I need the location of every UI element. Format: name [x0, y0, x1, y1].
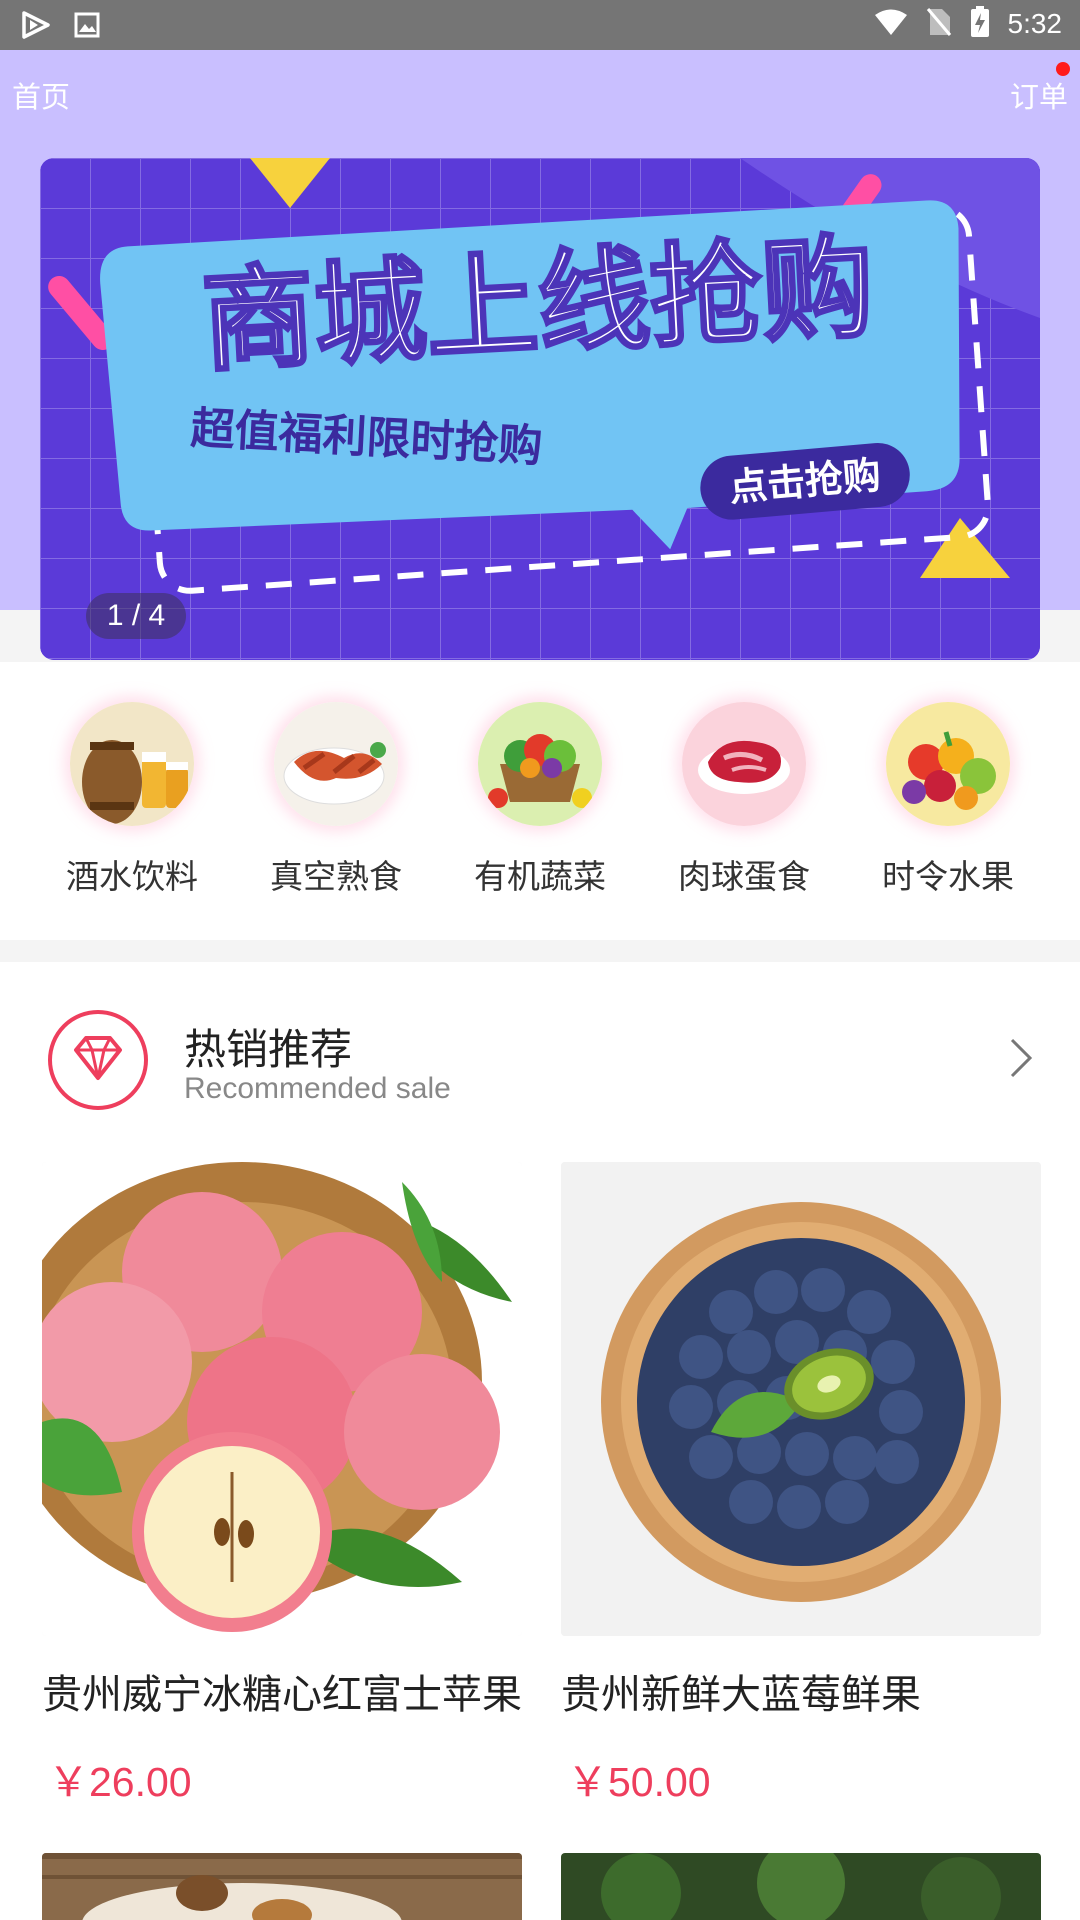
category-bar: 酒水饮料 真空熟食 有机蔬菜 肉球蛋食 时令水果 — [0, 662, 1080, 940]
category-label: 酒水饮料 — [66, 857, 198, 896]
product-card[interactable]: 贵州威宁冰糖心红富士苹果 ￥26.00 — [42, 1162, 522, 1808]
order-notification-dot — [1056, 62, 1070, 76]
category-drinks[interactable]: 酒水饮料 — [42, 702, 222, 898]
banner-page-indicator: 1 / 4 — [86, 593, 186, 639]
product-price: ￥26.00 — [48, 1759, 192, 1805]
section-subtitle: Recommended sale — [184, 1072, 451, 1105]
image-icon — [74, 12, 100, 42]
drinks-image — [70, 702, 194, 826]
chevron-right-icon[interactable] — [1006, 1036, 1036, 1080]
banner-artwork: 商城上线抢购 超值福利限时抢购 点击抢购 — [40, 158, 1040, 660]
category-fruits[interactable]: 时令水果 — [858, 702, 1038, 898]
product-name: 贵州新鲜大蓝莓鲜果 — [561, 1672, 921, 1718]
category-vegetables[interactable]: 有机蔬菜 — [450, 702, 630, 898]
product-image-greens — [561, 1853, 1041, 1920]
product-image-mushrooms — [42, 1853, 522, 1920]
product-card-partial[interactable] — [561, 1853, 1041, 1920]
product-image-blueberries — [561, 1162, 1041, 1636]
cooked-food-image — [274, 702, 398, 826]
category-meat[interactable]: 肉球蛋食 — [654, 702, 834, 898]
section-divider — [0, 940, 1080, 962]
meat-image — [682, 702, 806, 826]
product-card[interactable]: 贵州新鲜大蓝莓鲜果 ￥50.00 — [561, 1162, 1041, 1808]
promo-banner[interactable]: 商城上线抢购 超值福利限时抢购 点击抢购 — [40, 158, 1040, 660]
category-label: 真空熟食 — [270, 857, 402, 896]
diamond-icon — [46, 1008, 150, 1112]
no-sim-icon — [926, 7, 952, 41]
status-bar: 5:32 — [0, 0, 1080, 50]
category-label: 有机蔬菜 — [474, 857, 606, 896]
category-label: 肉球蛋食 — [678, 857, 810, 896]
product-price: ￥50.00 — [567, 1759, 711, 1805]
product-card-partial[interactable] — [42, 1853, 522, 1920]
wifi-icon — [874, 8, 908, 40]
nav-home-link[interactable]: 首页 — [12, 74, 70, 116]
battery-charging-icon — [970, 6, 990, 42]
product-image-apples — [42, 1162, 522, 1636]
nav-order-link[interactable]: 订单 — [1010, 74, 1068, 116]
category-cooked-food[interactable]: 真空熟食 — [246, 702, 426, 898]
clock: 5:32 — [1007, 8, 1063, 39]
vegetables-image — [478, 702, 602, 826]
category-label: 时令水果 — [882, 857, 1014, 896]
fruits-image — [886, 702, 1010, 826]
product-name: 贵州威宁冰糖心红富士苹果 — [42, 1672, 522, 1718]
section-title: 热销推荐 — [184, 1025, 353, 1074]
play-store-icon — [20, 10, 52, 44]
